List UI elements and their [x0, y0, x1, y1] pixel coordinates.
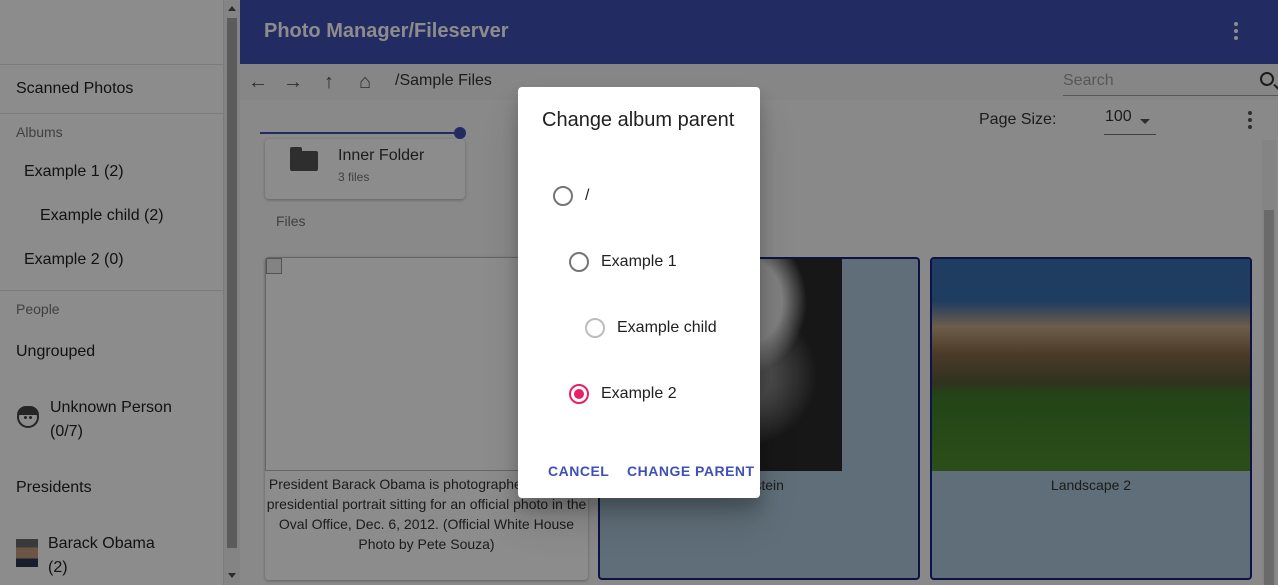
radio-label: Example child — [617, 319, 717, 336]
radio-option-example-child[interactable]: Example child — [585, 316, 717, 340]
radio-option-example-1[interactable]: Example 1 — [569, 250, 677, 274]
radio-option-root[interactable]: / — [553, 184, 589, 208]
radio-unchecked-icon[interactable] — [553, 186, 573, 206]
change-parent-button[interactable]: Change parent — [627, 463, 755, 479]
radio-unchecked-icon[interactable] — [585, 318, 605, 338]
radio-checked-icon[interactable] — [569, 384, 589, 404]
cancel-button[interactable]: Cancel — [548, 463, 609, 479]
radio-unchecked-icon[interactable] — [569, 252, 589, 272]
radio-label: Example 2 — [601, 385, 677, 402]
change-album-parent-dialog: Change album parent / Example 1 Example … — [518, 87, 760, 498]
radio-label: Example 1 — [601, 253, 677, 270]
dialog-title: Change album parent — [542, 109, 735, 131]
radio-option-example-2[interactable]: Example 2 — [569, 382, 677, 406]
radio-label: / — [585, 187, 590, 204]
